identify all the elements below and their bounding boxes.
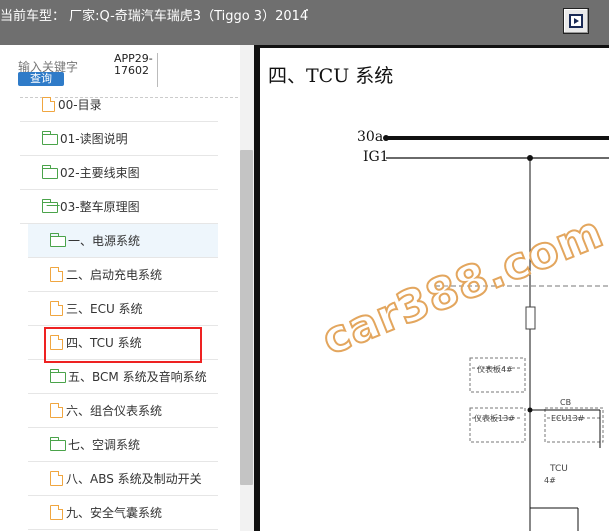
search-button[interactable]: 查询 xyxy=(18,72,64,86)
tree-item[interactable]: 一、电源系统 xyxy=(28,224,218,258)
tree-item[interactable]: 00-目录 xyxy=(20,88,218,122)
folder-open-icon xyxy=(42,199,58,213)
tree-item[interactable]: 五、BCM 系统及音响系统 xyxy=(28,360,218,394)
scrollbar-thumb[interactable] xyxy=(240,150,253,485)
tree-item[interactable]: 八、ABS 系统及制动开关 xyxy=(28,462,218,496)
search-input[interactable]: APP29-17602 xyxy=(114,53,158,87)
rail-30a-label: 30a xyxy=(357,129,384,145)
tree-item[interactable]: 02-主要线束图 xyxy=(20,156,218,190)
folder-icon xyxy=(50,233,66,247)
tree-item-label: 01-读图说明 xyxy=(60,132,128,146)
tree-item-label: 03-整车原理图 xyxy=(60,200,140,214)
tree-item-label: 五、BCM 系统及音响系统 xyxy=(68,370,207,384)
rail-30a-node xyxy=(383,135,389,141)
connector-label-2: 仪表板13# xyxy=(474,414,515,423)
title-bar: 当前车型： 厂家:Q-奇瑞汽车瑞虎3（Tiggo 3）2014 xyxy=(0,0,609,45)
cb-label: CB xyxy=(560,398,572,407)
tree-item[interactable]: 二、启动充电系统 xyxy=(28,258,218,292)
tree-item-label: 七、空调系统 xyxy=(68,438,141,452)
folder-icon xyxy=(42,131,58,145)
tree-item-label: 八、ABS 系统及制动开关 xyxy=(66,472,202,486)
tree-item-label: 一、电源系统 xyxy=(68,234,141,248)
tree-item-label: 六、组合仪表系统 xyxy=(66,404,163,418)
tree-item[interactable]: 九、安全气囊系统 xyxy=(28,496,218,530)
document-icon xyxy=(50,267,63,282)
tree-item-label: 00-目录 xyxy=(58,98,102,112)
tcu-pin-label: 4# xyxy=(544,476,556,485)
document-icon xyxy=(50,403,63,418)
tree-item[interactable]: 三、ECU 系统 xyxy=(28,292,218,326)
tree-item-label: 二、启动充电系统 xyxy=(66,268,163,282)
tree-item[interactable]: 六、组合仪表系统 xyxy=(28,394,218,428)
folder-icon xyxy=(50,369,66,383)
tree-item-label: 三、ECU 系统 xyxy=(66,302,143,316)
tree-item-label: 九、安全气囊系统 xyxy=(66,506,163,520)
tcu-label: TCU xyxy=(550,464,568,474)
document-icon xyxy=(50,301,63,316)
tree-item[interactable]: 七、空调系统 xyxy=(28,428,218,462)
document-icon xyxy=(50,505,63,520)
exit-button[interactable] xyxy=(563,8,589,34)
document-icon xyxy=(50,471,63,486)
folder-icon xyxy=(42,165,58,179)
connector-label-3: ECU13# xyxy=(551,414,585,423)
tree-item[interactable]: 03-整车原理图 xyxy=(20,190,218,224)
tree-item-label: 02-主要线束图 xyxy=(60,166,140,180)
fuse-symbol xyxy=(525,306,536,330)
folder-icon xyxy=(50,437,66,451)
connector-label-1: 仪表板4# xyxy=(477,365,513,374)
title-separator xyxy=(306,9,308,11)
current-model-title: 当前车型： 厂家:Q-奇瑞汽车瑞虎3（Tiggo 3）2014 xyxy=(0,9,309,24)
tree-item[interactable]: 01-读图说明 xyxy=(20,122,218,156)
document-icon xyxy=(42,97,55,112)
exit-icon xyxy=(569,14,583,28)
selected-item-highlight xyxy=(44,327,202,363)
rail-ig1-label: IG1 xyxy=(363,149,389,165)
